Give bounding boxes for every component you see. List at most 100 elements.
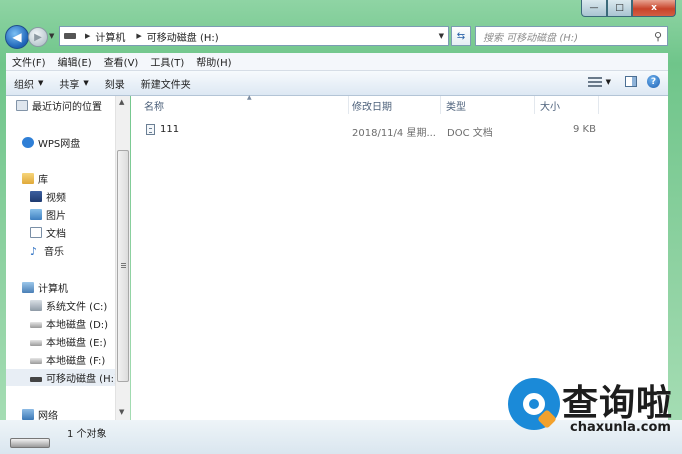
caption-buttons: — □ x	[581, 0, 676, 18]
forward-arrow-icon: ▶	[34, 31, 42, 43]
close-button[interactable]: x	[632, 0, 676, 17]
view-options-icon[interactable]	[587, 76, 602, 87]
sort-ascending-icon: ▲	[247, 94, 252, 101]
forward-button[interactable]: ▶	[28, 27, 48, 47]
chevron-down-icon: ▼	[83, 79, 89, 87]
usb-drive-icon	[30, 376, 42, 382]
scroll-down-icon[interactable]: ▼	[119, 408, 124, 416]
column-header-type[interactable]: 类型	[441, 96, 535, 114]
column-label: 大小	[540, 101, 560, 113]
hard-drive-icon	[30, 321, 42, 328]
nav-libraries[interactable]: 库	[22, 171, 48, 186]
nav-label: 库	[38, 175, 48, 186]
nav-label: 视频	[46, 193, 66, 204]
back-button[interactable]: ◀	[5, 25, 29, 49]
search-input[interactable]: 搜索 可移动磁盘 (H:) ⚲	[475, 26, 668, 46]
menu-bar: 文件(F) 编辑(E) 查看(V) 工具(T) 帮助(H)	[6, 53, 668, 71]
scroll-up-icon[interactable]: ▲	[119, 98, 124, 106]
library-icon	[22, 173, 34, 184]
burn-label: 刻录	[104, 79, 125, 91]
file-row[interactable]: 111 2018/11/4 星期... DOC 文档 9 KB	[131, 122, 611, 139]
nav-drive-c[interactable]: 系统文件 (C:)	[30, 298, 107, 313]
scroll-thumb[interactable]	[117, 150, 129, 382]
nav-videos[interactable]: 视频	[30, 189, 66, 204]
refresh-arrows-icon: ⇆	[456, 30, 466, 42]
nav-music[interactable]: ♪ 音乐	[30, 243, 64, 258]
view-controls: ▼ ?	[587, 75, 660, 88]
preview-pane-icon[interactable]	[625, 76, 637, 87]
nav-network[interactable]: 网络	[22, 407, 58, 420]
menu-edit[interactable]: 编辑(E)	[52, 54, 98, 69]
column-header-name[interactable]: 名称 ▲	[139, 94, 349, 114]
breadcrumb-chevron-icon[interactable]: ▶	[136, 32, 141, 40]
address-dropdown-icon[interactable]: ▼	[439, 32, 444, 40]
chevron-down-icon: ▼	[38, 79, 44, 87]
search-icon[interactable]: ⚲	[654, 30, 662, 43]
nav-label: 可移动磁盘 (H:)	[46, 374, 118, 385]
maximize-button[interactable]: □	[607, 0, 632, 17]
organize-button[interactable]: 组织 ▼	[6, 76, 51, 91]
nav-label: 音乐	[44, 247, 64, 258]
file-name-cell[interactable]: 111	[146, 124, 179, 135]
share-button[interactable]: 共享 ▼	[51, 76, 96, 91]
hard-drive-icon	[30, 339, 42, 346]
column-header-size[interactable]: 大小	[535, 96, 599, 114]
file-modified: 2018/11/4 星期...	[352, 128, 436, 139]
navigation-bar: ◀ ▶ ▼ ▶ 计算机 ▶ 可移动磁盘 (H:) ▼ ⇆ 搜索 可移动磁盘 (H…	[0, 24, 682, 50]
column-label: 名称	[144, 101, 164, 113]
back-arrow-icon: ◀	[12, 30, 22, 44]
new-folder-label: 新建文件夹	[140, 79, 191, 91]
nav-drive-f[interactable]: 本地磁盘 (F:)	[30, 352, 105, 367]
nav-label: 最近访问的位置	[32, 102, 102, 113]
address-bar[interactable]: ▶ 计算机 ▶ 可移动磁盘 (H:) ▼	[59, 26, 449, 46]
nav-label: 系统文件 (C:)	[46, 302, 108, 313]
cloud-icon	[22, 137, 34, 148]
nav-label: 计算机	[38, 284, 68, 295]
new-folder-button[interactable]: 新建文件夹	[133, 76, 199, 91]
nav-documents[interactable]: 文档	[30, 225, 66, 240]
minimize-button[interactable]: —	[581, 0, 607, 17]
nav-drive-h[interactable]: 可移动磁盘 (H:)	[6, 369, 118, 386]
drive-large-icon	[10, 438, 50, 448]
file-size: 9 KB	[573, 124, 596, 135]
column-header-modified[interactable]: 修改日期	[347, 96, 441, 114]
nav-label: WPS网盘	[38, 139, 81, 150]
music-icon: ♪	[30, 245, 38, 258]
navigation-scrollbar[interactable]: ▲ ▼	[115, 96, 130, 420]
watermark-text: 查询啦	[562, 382, 674, 424]
watermark-logo-icon	[508, 378, 560, 430]
nav-label: 图片	[46, 211, 66, 222]
breadcrumb-computer[interactable]: 计算机	[95, 29, 125, 44]
nav-drive-d[interactable]: 本地磁盘 (D:)	[30, 316, 108, 331]
help-icon[interactable]: ?	[647, 75, 660, 88]
nav-label: 本地磁盘 (D:)	[46, 320, 109, 331]
network-icon	[22, 409, 34, 420]
documents-icon	[30, 227, 42, 238]
nav-wps-cloud[interactable]: WPS网盘	[22, 135, 80, 150]
breadcrumb-chevron-icon[interactable]: ▶	[85, 32, 90, 40]
burn-button[interactable]: 刻录	[97, 76, 133, 91]
refresh-button[interactable]: ⇆	[451, 26, 471, 46]
file-type: DOC 文档	[447, 128, 493, 139]
recent-pages-dropdown[interactable]: ▼	[49, 32, 54, 40]
menu-file[interactable]: 文件(F)	[6, 54, 52, 69]
breadcrumb-removable-disk[interactable]: 可移动磁盘 (H:)	[147, 29, 219, 44]
menu-help[interactable]: 帮助(H)	[190, 54, 237, 69]
column-label: 类型	[446, 101, 466, 113]
grip-icon	[121, 263, 126, 269]
nav-label: 本地磁盘 (E:)	[46, 338, 107, 349]
nav-drive-e[interactable]: 本地磁盘 (E:)	[30, 334, 107, 349]
computer-icon	[22, 282, 34, 293]
status-count: 1 个对象	[67, 429, 107, 440]
menu-view[interactable]: 查看(V)	[98, 54, 145, 69]
menu-tools[interactable]: 工具(T)	[144, 54, 190, 69]
recent-places-icon	[16, 100, 28, 111]
nav-computer[interactable]: 计算机	[22, 280, 68, 295]
nav-label: 本地磁盘 (F:)	[46, 356, 106, 367]
system-drive-icon	[30, 300, 42, 311]
file-list: 名称 ▲ 修改日期 类型 大小 111 2018/11/4 星期... DOC 文…	[131, 94, 668, 420]
nav-pictures[interactable]: 图片	[30, 207, 66, 222]
explorer-window: — □ x ◀ ▶ ▼ ▶ 计算机 ▶ 可移动磁盘 (H:) ▼ ⇆ 搜索 可移…	[0, 0, 682, 454]
nav-recent-places[interactable]: 最近访问的位置	[16, 98, 102, 113]
chevron-down-icon[interactable]: ▼	[606, 78, 611, 86]
